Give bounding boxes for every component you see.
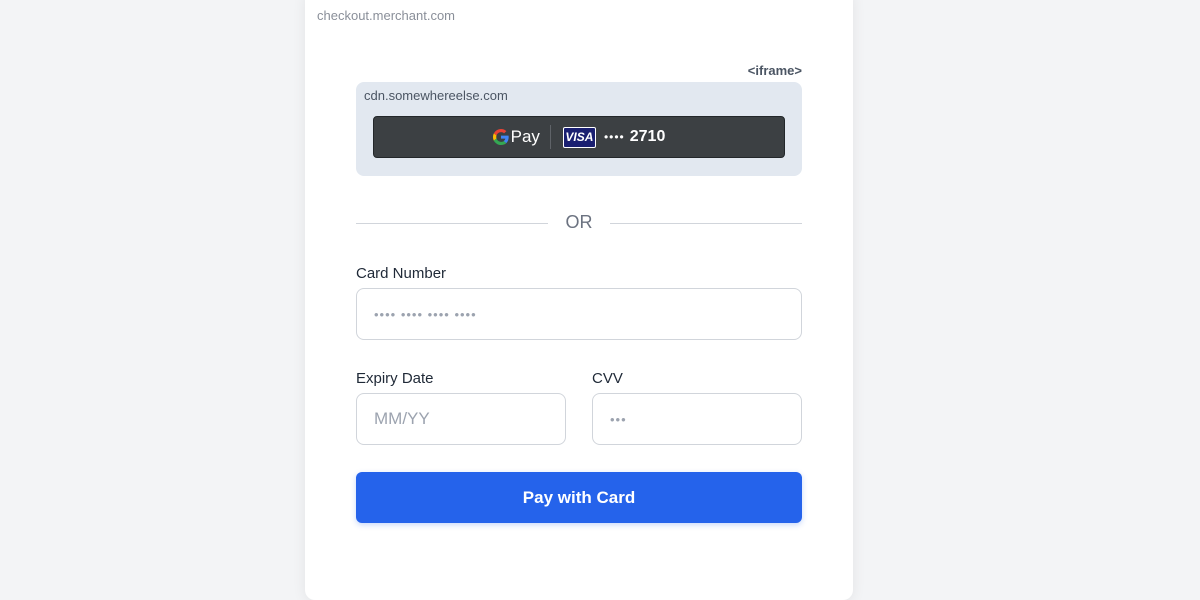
gpay-separator [549, 125, 551, 149]
expiry-date-input[interactable] [356, 393, 566, 445]
checkout-card: checkout.merchant.com <iframe> cdn.somew… [305, 0, 853, 600]
cvv-input[interactable] [592, 393, 802, 445]
google-g-icon [492, 129, 509, 145]
masked-card-dots: •••• [603, 130, 625, 144]
or-divider-line-right [610, 223, 802, 224]
iframe-origin-label: cdn.somewhereelse.com [364, 88, 508, 103]
card-last-four: 2710 [629, 128, 666, 145]
iframe-tag-label: <iframe> [747, 63, 802, 78]
pay-with-card-button[interactable]: Pay with Card [356, 472, 802, 523]
expiry-date-label: Expiry Date [356, 370, 434, 387]
or-divider: OR [356, 209, 802, 237]
gpay-pay-label: Pay [510, 127, 540, 146]
card-number-label: Card Number [356, 265, 447, 282]
embedded-payment-iframe: cdn.somewhereelse.com Pay VISA •••• 2710 [356, 82, 802, 176]
card-number-input[interactable] [356, 288, 802, 340]
cvv-label: CVV [592, 370, 623, 387]
google-pay-button[interactable]: Pay VISA •••• 2710 [373, 116, 785, 158]
page-origin-label: checkout.merchant.com [317, 8, 456, 23]
visa-card-icon: VISA [562, 126, 596, 148]
